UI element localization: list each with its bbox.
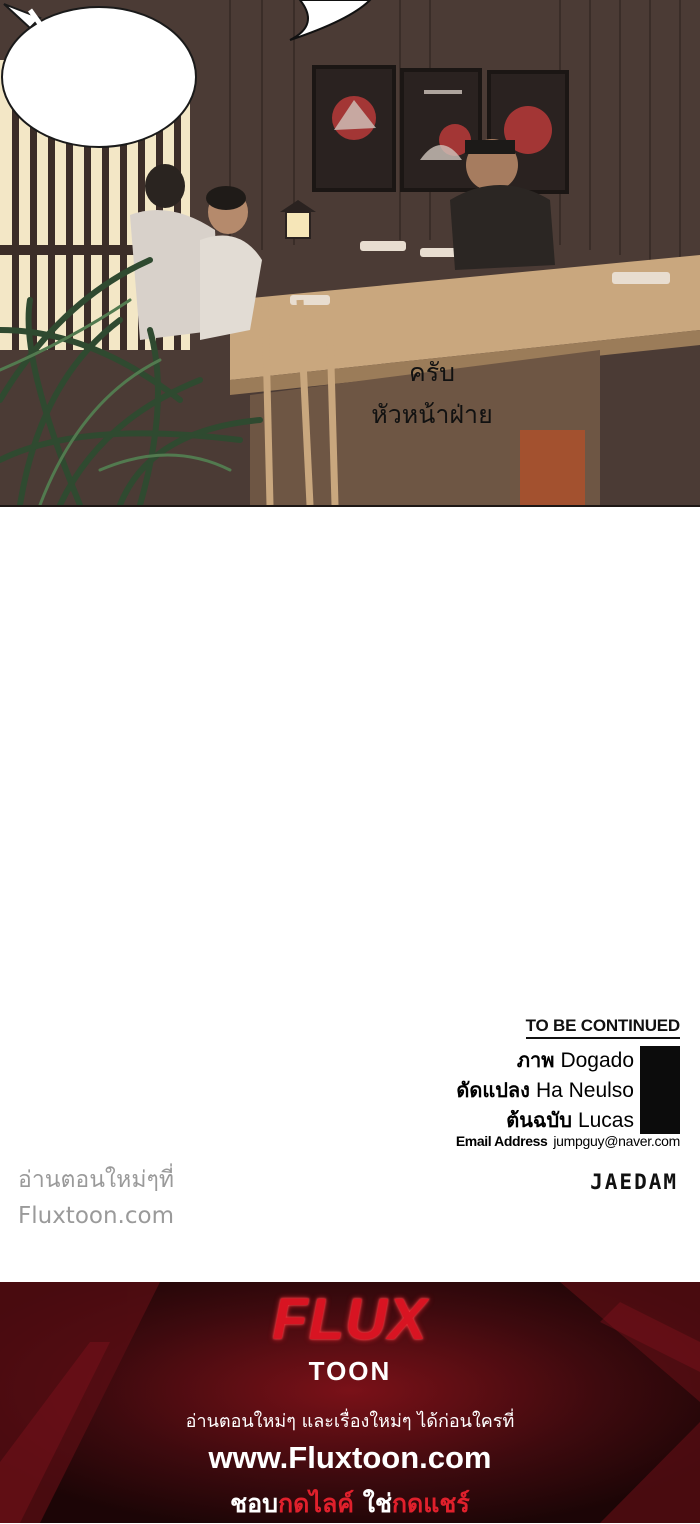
toon-logo: TOON <box>308 1356 392 1386</box>
banner-site-link[interactable]: www.Fluxtoon.com <box>0 1440 700 1476</box>
speech-bubble-text: ครับ หัวหน้าฝ่าย <box>333 352 531 436</box>
credit-original-name: Lucas <box>577 1109 634 1132</box>
cta-part-3: ใช่ <box>354 1489 392 1518</box>
credits-block: TO BE CONTINUED <box>340 1016 680 1039</box>
watermark-line-2: Fluxtoon.com <box>18 1203 174 1229</box>
to-be-continued: TO BE CONTINUED <box>525 1016 680 1039</box>
credit-adapt-name: Ha Neulso <box>535 1079 634 1102</box>
email-value: jumpguy@naver.com <box>553 1133 680 1149</box>
credit-email: Email Address jumpguy@naver.com <box>456 1133 680 1150</box>
email-label: Email Address <box>455 1133 548 1149</box>
credit-art: ภาพ Dogado <box>517 1044 634 1076</box>
speech-line-2: หัวหน้าฝ่าย <box>371 400 493 429</box>
speech-line-1: ครับ <box>408 358 456 387</box>
flux-logo: FLUX <box>272 1287 428 1352</box>
wall-pictures <box>312 65 569 194</box>
credit-adapt-role: ดัดแปลง <box>456 1078 530 1102</box>
credit-original-role: ต้นฉบับ <box>506 1108 572 1132</box>
credit-art-name: Dogado <box>560 1049 634 1072</box>
credit-original: ต้นฉบับ Lucas <box>506 1104 634 1136</box>
redaction-box <box>640 1046 680 1134</box>
site-watermark: อ่านตอนใหม่ๆที่ Fluxtoon.com <box>18 1162 174 1234</box>
publisher-logo: JAEDAM <box>590 1170 678 1194</box>
speech-bubble <box>1 3 197 148</box>
watermark-line-1: อ่านตอนใหม่ๆที่ <box>18 1167 174 1193</box>
banner-cta: ชอบกดไลค์ ใช่กดแชร์ <box>0 1484 700 1524</box>
cta-part-1: ชอบ <box>230 1489 279 1518</box>
cta-like: กดไลค์ <box>278 1489 355 1518</box>
credit-art-role: ภาพ <box>516 1048 555 1072</box>
credit-adapt: ดัดแปลง Ha Neulso <box>456 1074 634 1106</box>
banner-tagline: อ่านตอนใหม่ๆ และเรื่องใหม่ๆ ได้ก่อนใครที… <box>185 1411 515 1432</box>
cta-share: กดแชร์ <box>391 1489 470 1518</box>
comic-panel: ครับ หัวหน้าฝ่าย <box>0 0 700 507</box>
